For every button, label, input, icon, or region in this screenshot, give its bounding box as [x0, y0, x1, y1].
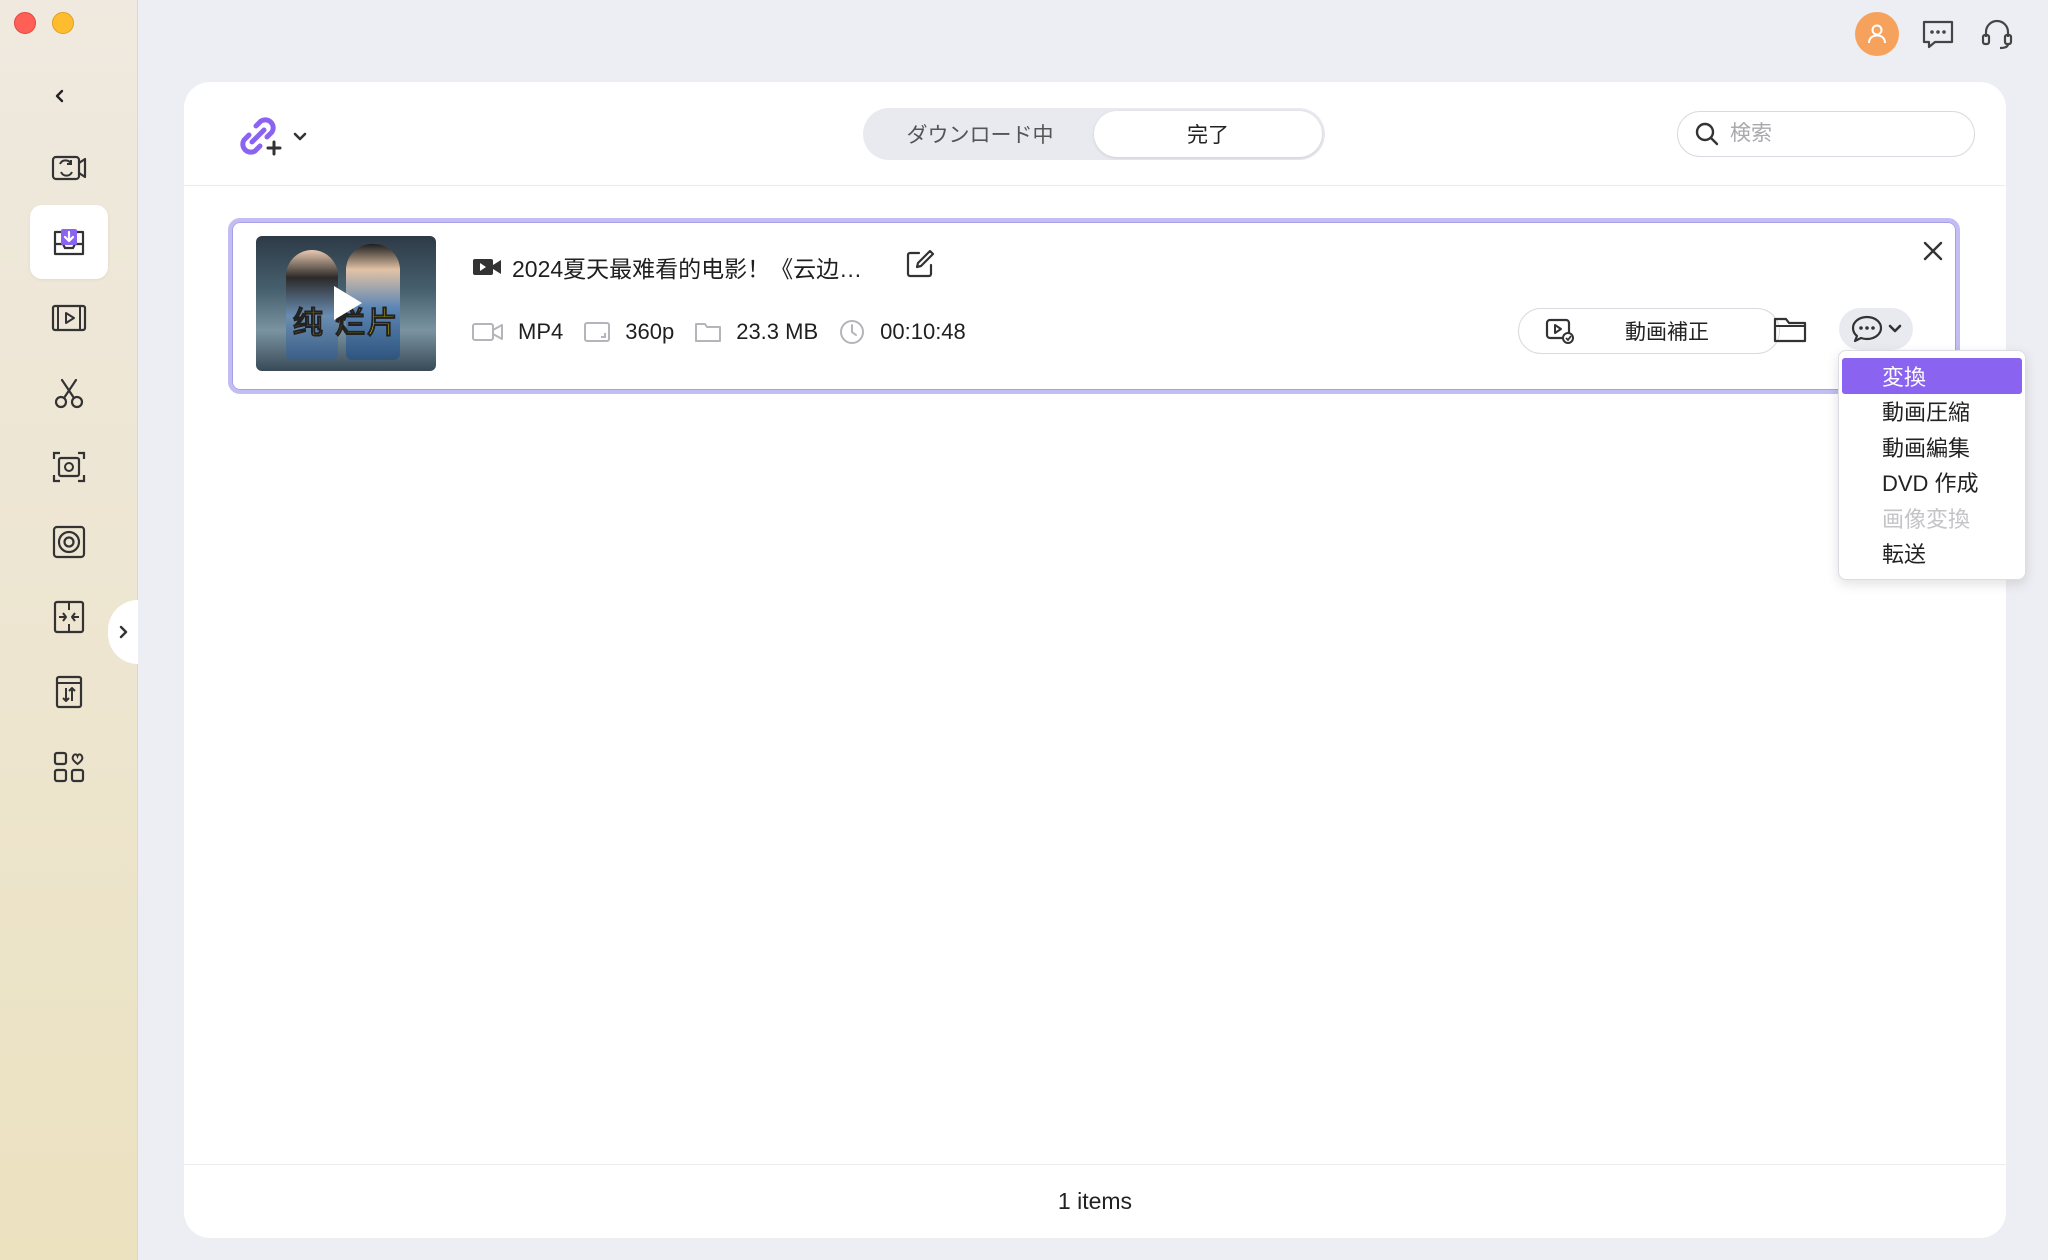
close-window-button[interactable]	[14, 12, 36, 34]
sidebar-item-cut[interactable]	[30, 356, 108, 430]
download-item-card[interactable]: 纯 烂片 2024夏天最难看的电影！《云边… MP4 360p 23.3 MB	[228, 218, 1960, 394]
item-count: 1 items	[1057, 1188, 1133, 1214]
search-input[interactable]	[1730, 122, 1960, 146]
menu-item-compress[interactable]: 動画圧縮	[1842, 394, 2022, 430]
panel-footer: 1 items	[184, 1164, 2006, 1238]
play-icon[interactable]	[334, 286, 362, 320]
sidebar-item-convert[interactable]	[30, 131, 108, 205]
video-repair-icon	[1545, 318, 1574, 344]
add-url-button[interactable]	[234, 110, 314, 164]
chevron-down-icon	[293, 132, 307, 141]
resolution-icon	[584, 322, 611, 342]
item-title: 2024夏天最难看的电影！《云边…	[512, 256, 863, 282]
support-button[interactable]	[1977, 14, 2017, 54]
search-icon	[1695, 122, 1719, 146]
sidebar-item-toolbox[interactable]	[30, 730, 108, 804]
sidebar-item-compress[interactable]	[30, 580, 108, 654]
scissors-icon	[54, 378, 84, 409]
user-icon	[1868, 24, 1886, 44]
duration-info: 00:10:48	[838, 318, 966, 346]
convert-icon	[51, 155, 87, 181]
sidebar-item-audio[interactable]	[30, 505, 108, 579]
video-format-icon	[472, 323, 503, 341]
panel-header: ダウンロード中 完了	[184, 82, 2006, 186]
link-add-icon	[240, 117, 282, 156]
download-icon	[53, 229, 85, 256]
video-thumbnail[interactable]: 纯 烂片	[256, 236, 436, 371]
duration-value: 00:10:48	[880, 319, 966, 344]
menu-item-convert[interactable]: 変換	[1842, 358, 2022, 394]
format-value: MP4	[518, 319, 564, 344]
folder-small-icon	[695, 323, 722, 342]
clock-icon	[840, 320, 865, 344]
more-icon	[1851, 315, 1883, 343]
main-panel: ダウンロード中 完了 纯 烂片 2024夏天最难看的电影！《云边… MP4	[184, 82, 2006, 1238]
rename-button[interactable]	[902, 246, 938, 282]
menu-item-edit[interactable]: 動画編集	[1842, 429, 2022, 465]
chevron-right-icon	[119, 625, 128, 639]
size-info: 23.3 MB	[694, 319, 818, 345]
tab-finished[interactable]: 完了	[1094, 111, 1322, 157]
menu-item-transfer[interactable]: 転送	[1842, 536, 2022, 572]
headset-icon	[1981, 19, 2013, 50]
card-inner-border	[232, 222, 1956, 390]
format-info: MP4	[472, 319, 563, 345]
open-folder-button[interactable]	[1770, 309, 1810, 349]
more-actions-menu: 変換 動画圧縮 動画編集 DVD 作成 画像変換 転送	[1838, 350, 2026, 580]
video-repair-label: 動画補正	[1625, 321, 1709, 344]
expand-sidebar-button[interactable]	[108, 600, 138, 664]
item-meta-row: MP4 360p 23.3 MB 00:10:48	[472, 318, 986, 346]
compress-icon	[53, 600, 85, 634]
remove-item-button[interactable]	[1918, 236, 1948, 266]
close-icon	[1923, 241, 1943, 261]
audio-icon	[52, 525, 86, 559]
video-camera-icon	[473, 259, 501, 275]
sidebar	[0, 0, 138, 1260]
size-value: 23.3 MB	[736, 319, 819, 344]
item-title-row: 2024夏天最难看的电影！《云边…	[472, 250, 862, 284]
toolbox-icon	[53, 751, 85, 783]
screen-record-icon	[52, 451, 86, 483]
sidebar-item-merge[interactable]	[30, 655, 108, 729]
tab-downloading[interactable]: ダウンロード中	[866, 111, 1094, 157]
resolution-info: 360p	[583, 319, 674, 345]
more-actions-button[interactable]	[1839, 308, 1913, 350]
chevron-down-icon	[1888, 324, 1902, 333]
search-box	[1677, 111, 1975, 157]
status-tabs: ダウンロード中 完了	[863, 108, 1325, 160]
edit-icon	[906, 249, 935, 278]
minimize-window-button[interactable]	[52, 12, 74, 34]
menu-item-dvd[interactable]: DVD 作成	[1842, 465, 2022, 501]
menu-item-image-convert: 画像変換	[1882, 506, 1971, 532]
folder-icon	[1773, 317, 1807, 343]
user-avatar[interactable]	[1855, 12, 1899, 56]
video-repair-button[interactable]: 動画補正	[1518, 308, 1780, 354]
sidebar-item-screen-record[interactable]	[30, 430, 108, 504]
message-icon	[1922, 20, 1954, 49]
resolution-value: 360p	[625, 319, 675, 344]
sidebar-item-player[interactable]	[30, 281, 108, 355]
message-button[interactable]	[1918, 14, 1958, 54]
merge-icon	[55, 675, 83, 709]
player-icon	[51, 304, 87, 332]
collapse-icon[interactable]	[48, 84, 72, 108]
sidebar-item-download[interactable]	[30, 205, 108, 279]
